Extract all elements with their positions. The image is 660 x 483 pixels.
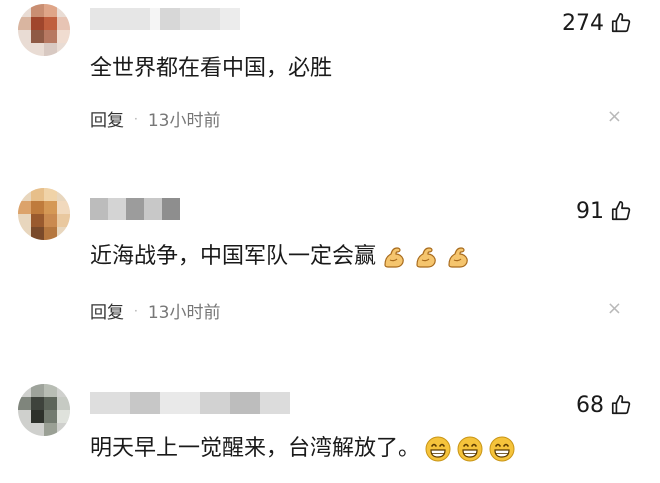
flexed-biceps-icon [448,247,468,268]
timestamp: 13小时前 [147,303,221,323]
separator-dot: · [134,303,138,318]
username-obscured[interactable] [90,392,290,414]
close-icon[interactable]: × [607,106,622,127]
comment-meta: 回复 · 13小时前 [90,298,220,323]
flexed-biceps-icon [416,247,436,268]
separator-dot: · [134,111,138,126]
avatar[interactable] [18,4,70,56]
flexed-biceps-icon [384,247,404,268]
grinning-face-icon [489,436,515,462]
emoji-group [424,435,516,463]
reply-button[interactable]: 回复 [90,106,124,131]
thumbs-up-icon [611,201,631,221]
comment-text: 近海战争，中国军队一定会赢 [90,244,377,269]
comment-meta: 回复 · 13小时前 [90,106,220,131]
timestamp: 13小时前 [147,111,221,131]
avatar[interactable] [18,384,70,436]
like-count: 91 [576,198,604,224]
comment-feed: 274 全世界都在看中国，必胜 回复 · 13小时前 × 91 近海战争，中国军… [0,0,660,483]
reply-button[interactable]: 回复 [90,298,124,323]
username-obscured[interactable] [90,198,180,220]
thumbs-up-icon [611,13,631,33]
grinning-face-icon [425,436,451,462]
emoji-group [380,243,472,271]
avatar[interactable] [18,188,70,240]
username-obscured[interactable] [90,8,240,30]
like-button[interactable]: 68 [576,390,632,420]
comment-text-row: 明天早上一觉醒来，台湾解放了。 [90,434,516,464]
grinning-face-icon [457,436,483,462]
like-count: 274 [562,10,604,36]
comment-text-row: 近海战争，中国军队一定会赢 [90,242,472,272]
like-count: 68 [576,392,604,418]
thumbs-up-icon [611,395,631,415]
comment-text: 明天早上一觉醒来，台湾解放了。 [90,436,421,461]
close-icon[interactable]: × [607,298,622,319]
like-button[interactable]: 91 [576,196,632,226]
comment-text: 全世界都在看中国，必胜 [90,56,333,81]
like-button[interactable]: 274 [562,8,632,38]
